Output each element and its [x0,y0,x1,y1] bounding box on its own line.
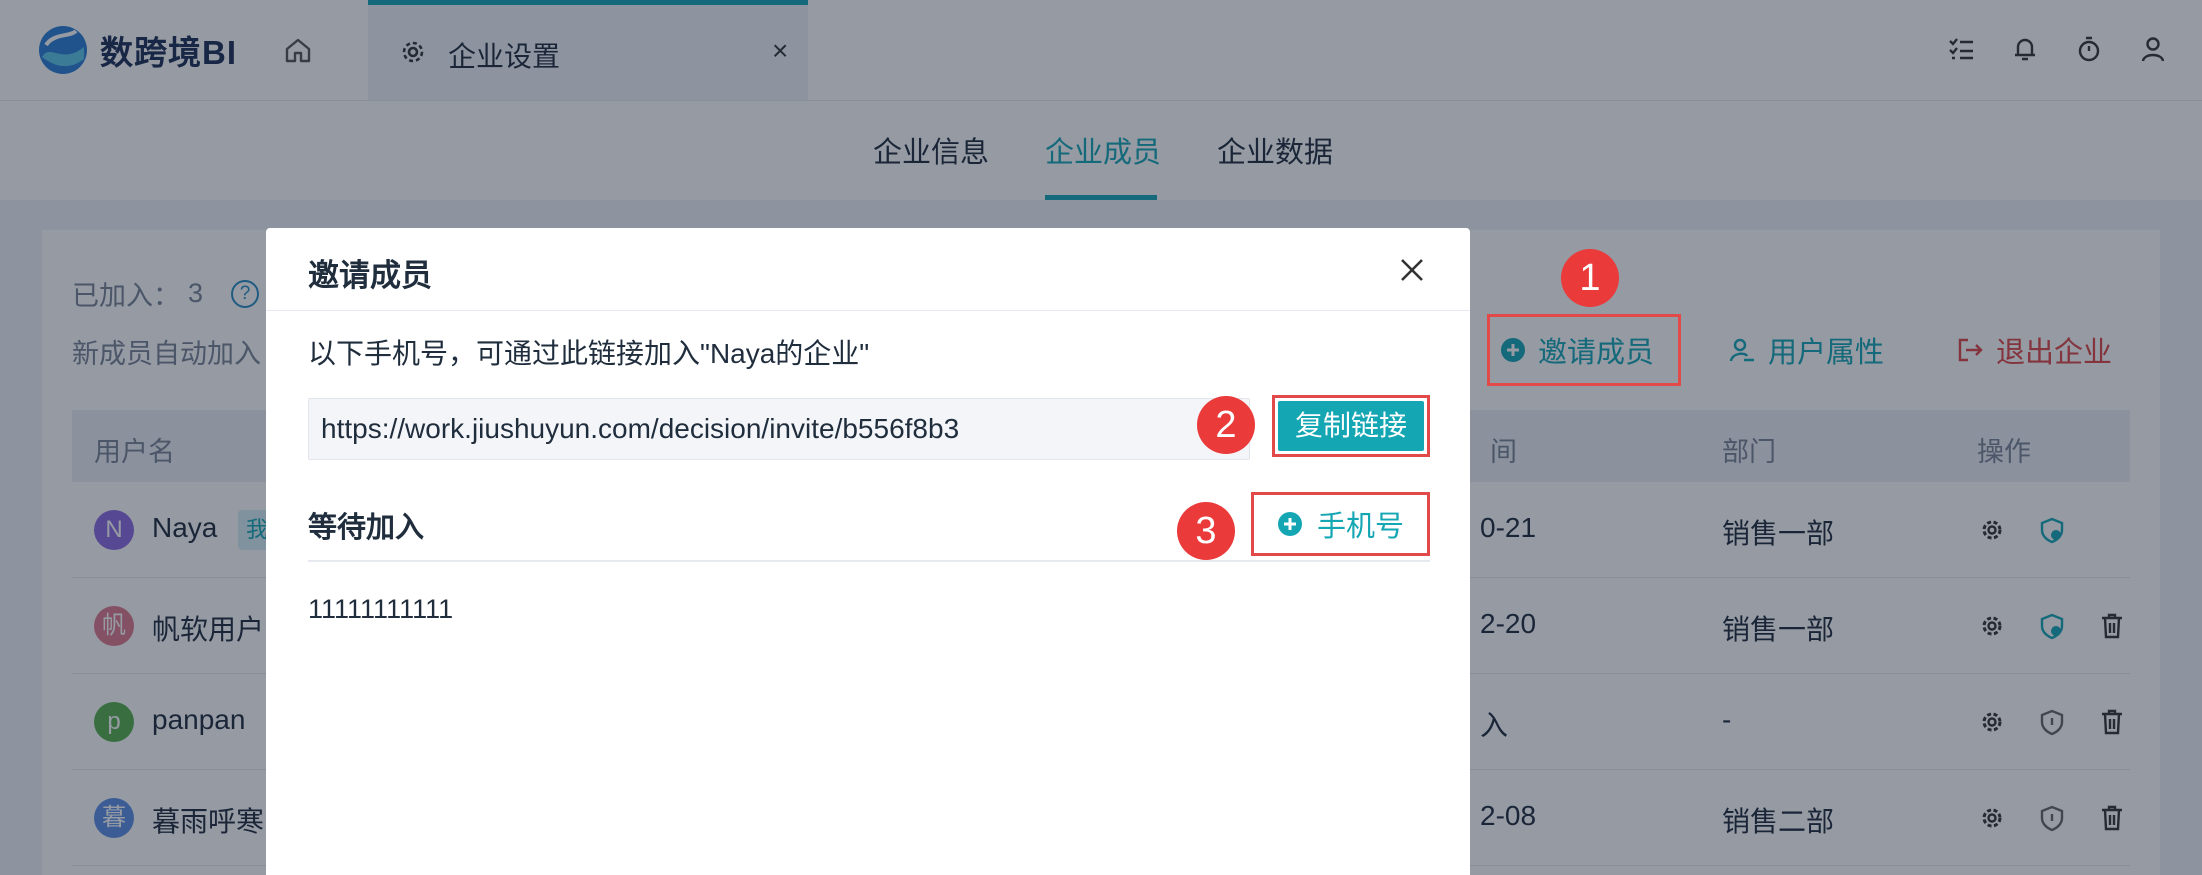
add-phone-button[interactable]: 手机号 [1251,492,1430,556]
add-phone-label: 手机号 [1316,511,1404,543]
plus-circle-icon [1277,512,1302,536]
dialog-divider [266,310,1470,311]
pending-phone-number: 11111111111 [308,594,454,624]
step-badge-3: 3 [1177,502,1235,560]
step-badge-2: 2 [1197,396,1255,454]
waiting-divider [308,560,1430,562]
waiting-section-title: 等待加入 [308,512,425,544]
copy-link-highlight: 复制链接 [1272,395,1430,457]
copy-link-button[interactable]: 复制链接 [1278,401,1424,451]
invite-link-field[interactable]: https://work.jiushuyun.com/decision/invi… [308,398,1250,460]
invite-description: 以下手机号，可通过此链接加入"Naya的企业" [308,338,870,369]
close-icon[interactable] [1396,254,1428,286]
dialog-title: 邀请成员 [308,258,432,293]
invite-button-highlight [1487,314,1681,386]
invite-member-dialog: 邀请成员 以下手机号，可通过此链接加入"Naya的企业" https://wor… [266,228,1470,875]
step-badge-1: 1 [1561,249,1619,307]
